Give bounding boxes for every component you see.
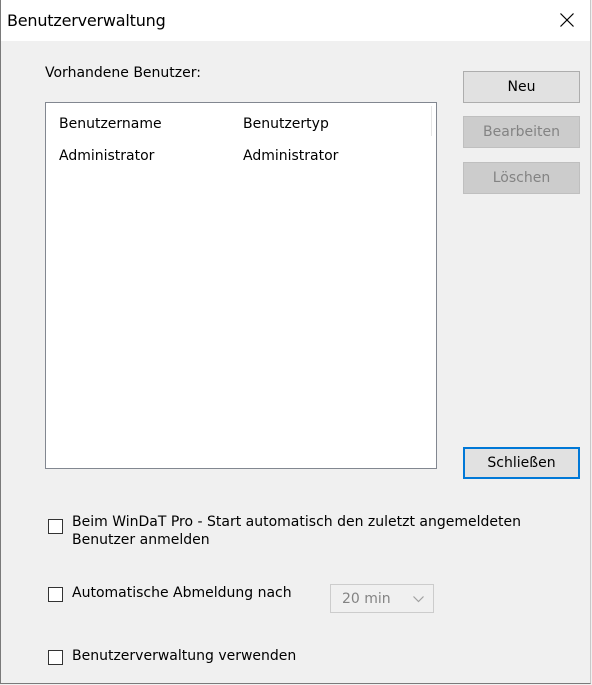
close-icon <box>560 13 574 27</box>
auto-logout-checkbox[interactable] <box>48 587 63 602</box>
column-header-username[interactable]: Benutzername <box>59 116 162 132</box>
auto-login-label[interactable]: Beim WinDaT Pro - Start automatisch den … <box>72 513 582 549</box>
user-row-type[interactable]: Administrator <box>243 148 338 164</box>
use-user-management-checkbox[interactable] <box>48 650 63 665</box>
user-row-name[interactable]: Administrator <box>59 148 154 164</box>
window-title: Benutzerverwaltung <box>7 11 166 30</box>
column-header-usertype[interactable]: Benutzertyp <box>243 116 329 132</box>
delete-user-button[interactable]: Löschen <box>463 162 580 194</box>
users-list[interactable]: Benutzername Benutzertyp Administrator A… <box>45 102 437 469</box>
user-management-dialog: Benutzerverwaltung Vorhandene Benutzer: … <box>0 0 591 684</box>
use-user-management-label[interactable]: Benutzerverwaltung verwenden <box>72 648 296 664</box>
auto-logout-label[interactable]: Automatische Abmeldung nach <box>72 585 292 601</box>
auto-logout-duration-value: 20 min <box>342 591 391 607</box>
close-dialog-button[interactable]: Schließen <box>463 447 580 479</box>
column-divider[interactable] <box>431 106 432 136</box>
existing-users-label: Vorhandene Benutzer: <box>45 65 201 81</box>
new-user-button[interactable]: Neu <box>463 71 580 103</box>
auto-login-checkbox[interactable] <box>48 519 63 534</box>
close-button[interactable] <box>544 0 590 41</box>
auto-logout-duration-select[interactable]: 20 min <box>330 584 434 613</box>
edit-user-button[interactable]: Bearbeiten <box>463 116 580 148</box>
title-bar: Benutzerverwaltung <box>1 0 590 41</box>
chevron-down-icon <box>413 596 424 603</box>
